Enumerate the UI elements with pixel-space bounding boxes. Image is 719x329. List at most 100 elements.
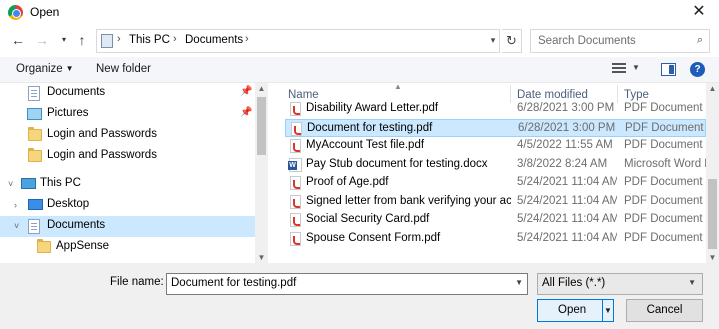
breadcrumb-this-pc[interactable]: This PC (129, 34, 170, 46)
file-row[interactable]: Pay Stub document for testing.docx 3/8/20… (285, 156, 706, 174)
file-name-cell: Proof of Age.pdf (306, 176, 389, 188)
file-type-cell: PDF Document (624, 102, 703, 114)
file-name-cell: Document for testing.pdf (307, 121, 433, 134)
pdf-icon (290, 102, 301, 116)
breadcrumb-separator-icon[interactable]: › (245, 33, 249, 45)
file-list: ▲ Name Date modified Type Disability Awa… (280, 83, 706, 263)
open-options-dropdown-icon[interactable]: ▼ (604, 306, 612, 315)
nav-item-label: Login and Passwords (47, 149, 157, 161)
desktop-icon (28, 199, 43, 210)
forward-arrow-icon[interactable]: → (34, 32, 50, 48)
search-box[interactable]: ⌕ (530, 29, 710, 53)
address-dropdown-icon[interactable]: ▾ (485, 29, 501, 51)
file-row[interactable]: Signed letter from bank verifying your a… (285, 193, 706, 211)
chevron-down-icon[interactable]: ˅ (14, 221, 19, 231)
close-icon[interactable]: ✕ (687, 2, 711, 22)
open-button[interactable]: Open ▼ (537, 299, 614, 322)
file-name-cell: Pay Stub document for testing.docx (306, 157, 488, 170)
nav-item-login-and-passwords[interactable]: Login and Passwords (0, 146, 255, 167)
chevron-right-icon[interactable]: › (14, 200, 17, 210)
up-arrow-icon[interactable]: ↑ (74, 32, 90, 48)
address-row: ← → ▾ ↑ › This PC › Documents › ▾ ↻ ⌕ (0, 26, 719, 56)
nav-item-appsense[interactable]: AppSense (0, 237, 255, 258)
address-bar[interactable]: › This PC › Documents › (96, 29, 500, 53)
file-name-cell: Social Security Card.pdf (306, 213, 430, 225)
nav-item-documents[interactable]: ˅ Documents (0, 216, 255, 237)
chevron-down-icon[interactable]: ▼ (515, 278, 523, 287)
pin-icon[interactable]: 📌 (240, 107, 252, 118)
pdf-icon (290, 176, 301, 190)
file-date-cell: 5/24/2021 11:04 AM (517, 231, 617, 244)
nav-item-label: Pictures (47, 107, 89, 119)
nav-item-label: AppSense (56, 240, 110, 252)
breadcrumb-separator-icon[interactable]: › (173, 33, 177, 45)
title-bar: Open ✕ (0, 0, 719, 26)
pdf-icon (290, 139, 301, 153)
back-arrow-icon[interactable]: ← (10, 32, 26, 48)
pdf-icon (290, 194, 301, 209)
search-icon[interactable]: ⌕ (697, 34, 703, 47)
view-dropdown-icon[interactable]: ▼ (632, 63, 640, 72)
search-input[interactable] (538, 31, 688, 51)
nav-item-desktop[interactable]: › Desktop (0, 195, 255, 216)
file-name-field[interactable]: Document for testing.pdf ▼ (166, 273, 528, 295)
file-type-cell: Microsoft Word D (624, 157, 706, 170)
nav-scrollbar[interactable]: ▲ ▼ (255, 83, 268, 263)
chrome-icon (8, 5, 23, 20)
file-row[interactable]: Proof of Age.pdf 5/24/2021 11:04 AM PDF Do… (285, 174, 706, 192)
file-list-scrollbar[interactable]: ▲ ▼ (706, 83, 719, 263)
scroll-down-icon[interactable]: ▼ (706, 253, 719, 262)
organize-label: Organize (16, 63, 63, 75)
split-divider (602, 300, 603, 321)
cancel-button[interactable]: Cancel (626, 299, 703, 322)
file-date-cell: 5/24/2021 11:04 AM (517, 194, 617, 207)
scroll-up-icon[interactable]: ▲ (255, 84, 268, 93)
view-options-icon[interactable] (612, 63, 626, 75)
dialog-footer: File name: Document for testing.pdf ▼ Al… (0, 263, 719, 329)
nav-item-pictures[interactable]: Pictures 📌 (0, 104, 255, 125)
refresh-icon[interactable]: ↻ (502, 29, 522, 53)
preview-pane-icon[interactable] (661, 63, 676, 76)
recent-locations-chevron-icon[interactable]: ▾ (56, 32, 72, 48)
scroll-up-icon[interactable]: ▲ (706, 84, 719, 93)
scrollbar-thumb[interactable] (257, 97, 266, 155)
file-name-label: File name: (110, 276, 164, 288)
file-row[interactable]: Disability Award Letter.pdf 6/28/2021 3:0… (285, 100, 706, 118)
file-name-cell: Disability Award Letter.pdf (306, 102, 439, 114)
help-icon[interactable]: ? (690, 62, 705, 77)
pdf-icon (290, 231, 301, 246)
cancel-button-label: Cancel (646, 304, 683, 316)
new-folder-button[interactable]: New folder (96, 63, 151, 75)
scrollbar-thumb[interactable] (708, 179, 717, 249)
chevron-down-icon[interactable]: ˅ (8, 179, 13, 189)
breadcrumb-documents[interactable]: Documents (185, 34, 243, 46)
chevron-down-icon[interactable]: ▼ (688, 278, 696, 287)
file-type-cell: PDF Document (624, 213, 703, 225)
pdf-icon (290, 213, 301, 227)
file-row[interactable]: MyAccount Test file.pdf 4/5/2022 11:55 AM… (285, 137, 706, 155)
file-type-cell: PDF Document (624, 231, 703, 244)
nav-item-login-and-passwords[interactable]: Login and Passwords (0, 125, 255, 146)
folder-icon (28, 127, 42, 141)
window-title: Open (30, 5, 60, 19)
file-name-cell: Spouse Consent Form.pdf (306, 231, 441, 244)
file-row[interactable]: Document for testing.pdf 6/28/2021 3:00 P… (285, 118, 706, 137)
folder-icon (28, 148, 42, 162)
file-date-cell: 6/28/2021 3:00 PM (517, 102, 615, 114)
nav-item-label: Documents (47, 86, 106, 98)
file-date-cell: 6/28/2021 3:00 PM (518, 121, 616, 134)
nav-item-this-pc[interactable]: ˅ This PC (0, 174, 255, 195)
nav-item-documents-quick[interactable]: Documents 📌 (0, 83, 255, 104)
organize-button[interactable]: Organize ▼ (16, 63, 74, 75)
file-row[interactable]: Social Security Card.pdf 5/24/2021 11:04 … (285, 211, 706, 229)
scroll-down-icon[interactable]: ▼ (255, 253, 268, 262)
file-name-value[interactable]: Document for testing.pdf (171, 277, 296, 289)
pin-icon[interactable]: 📌 (240, 86, 252, 97)
folder-icon (37, 239, 51, 253)
open-button-label: Open (558, 304, 587, 316)
file-type-cell: PDF Document (624, 176, 703, 188)
word-icon (288, 157, 302, 172)
breadcrumb-separator-icon[interactable]: › (117, 33, 121, 45)
file-row[interactable]: Spouse Consent Form.pdf 5/24/2021 11:04 A… (285, 230, 706, 248)
file-type-select[interactable]: All Files (*.*) ▼ (537, 273, 703, 295)
